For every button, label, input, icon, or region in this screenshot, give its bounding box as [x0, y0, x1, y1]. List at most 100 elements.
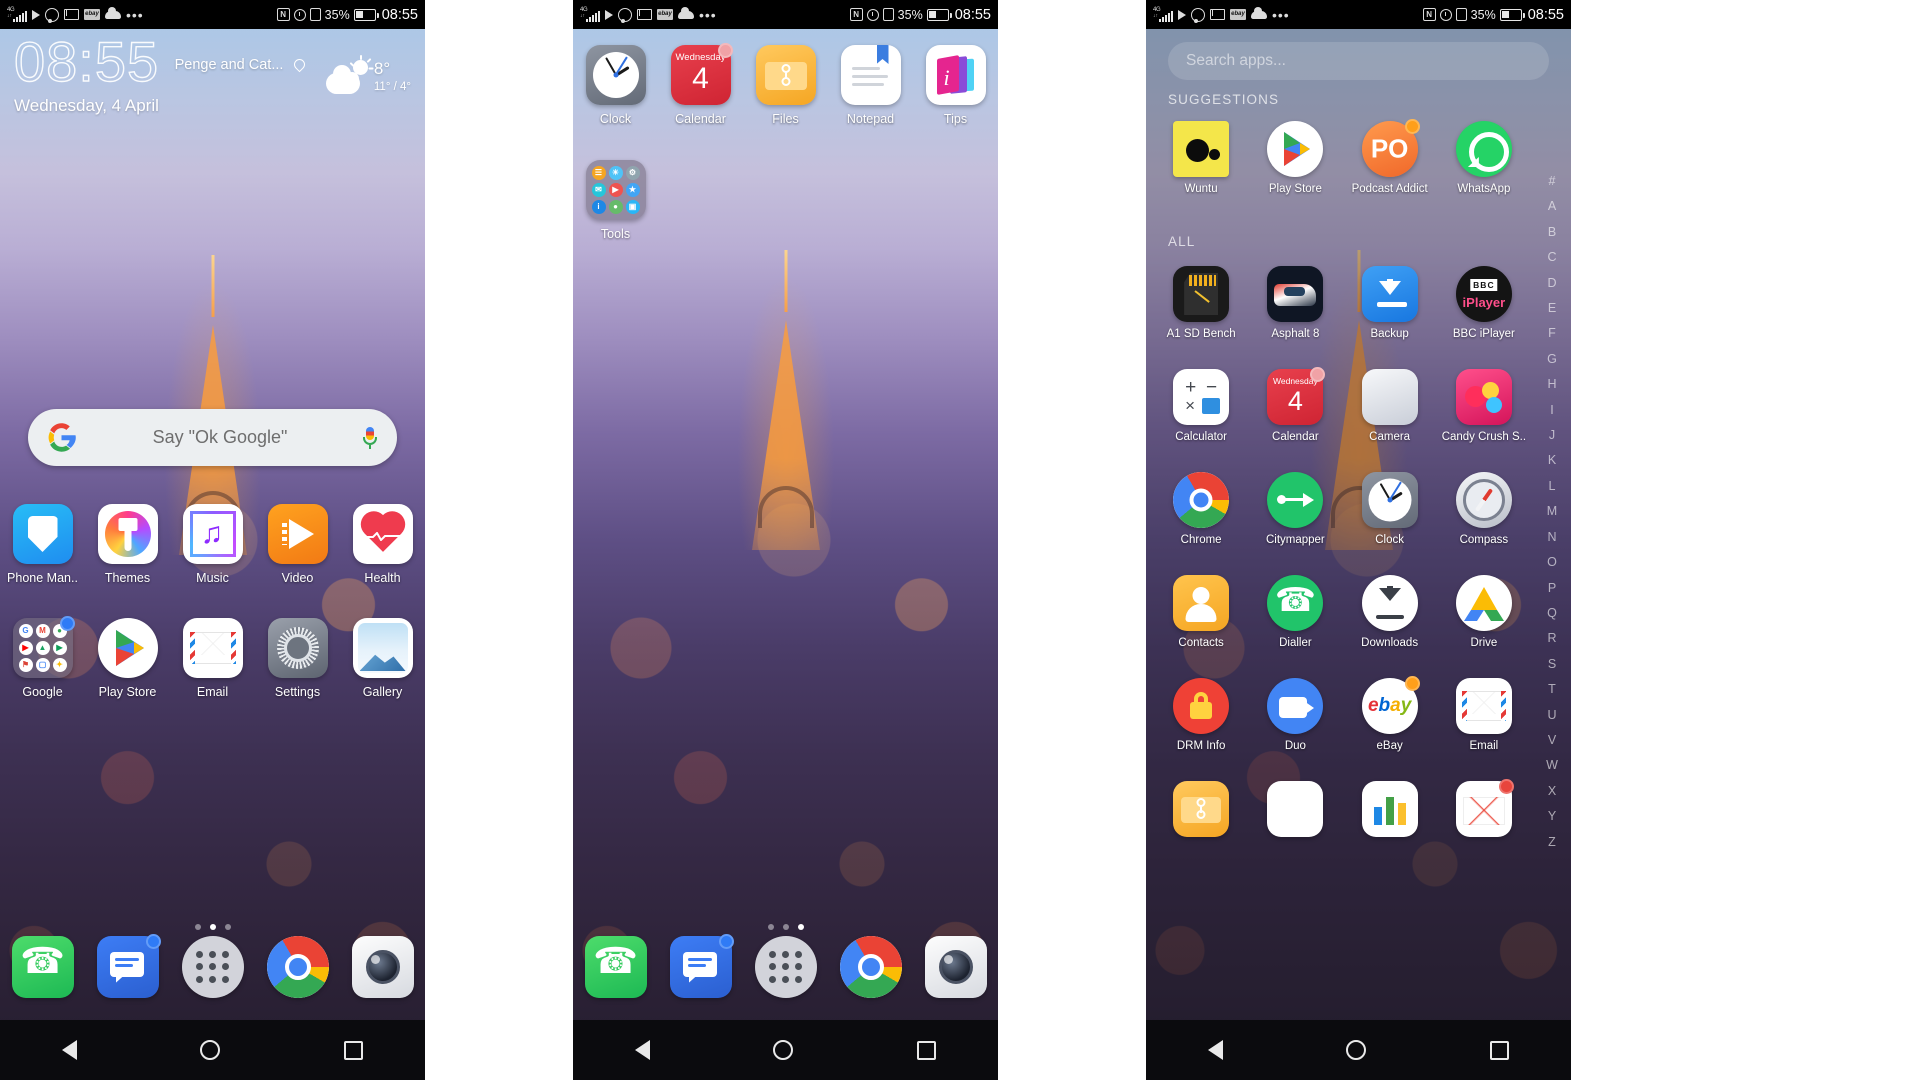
dock-chrome[interactable]	[255, 936, 340, 998]
app-email[interactable]: Email	[170, 618, 255, 699]
app-contacts[interactable]: Contacts	[1154, 575, 1248, 649]
alpha-index-letter[interactable]: A	[1548, 194, 1556, 219]
app-calculator[interactable]: + − × Calculator	[1154, 369, 1248, 443]
google-search-bar[interactable]: Say "Ok Google"	[28, 409, 397, 466]
dock-phone[interactable]	[573, 936, 658, 998]
app-themes[interactable]: Themes	[85, 504, 170, 585]
app-camera[interactable]: Camera	[1343, 369, 1437, 443]
alpha-index-letter[interactable]: E	[1548, 296, 1556, 321]
alpha-index-letter[interactable]: B	[1548, 220, 1556, 245]
alpha-index-letter[interactable]: W	[1546, 753, 1558, 778]
page-dot[interactable]	[767, 924, 774, 930]
app-dialler[interactable]: Dialler	[1248, 575, 1342, 649]
alpha-index-letter[interactable]: F	[1548, 321, 1556, 346]
app-whatsapp[interactable]: WhatsApp	[1437, 121, 1531, 195]
home-circle-icon[interactable]	[773, 1040, 794, 1060]
alpha-index-letter[interactable]: C	[1547, 245, 1556, 270]
back-triangle-icon[interactable]	[634, 1040, 650, 1060]
alpha-index-letter[interactable]: J	[1549, 423, 1555, 448]
page-dot[interactable]	[782, 924, 789, 930]
dock-camera[interactable]	[913, 936, 998, 998]
alpha-index-letter[interactable]: S	[1548, 652, 1556, 677]
app-podcast-addict[interactable]: PO Podcast Addict	[1343, 119, 1437, 195]
app-downloads[interactable]: Downloads	[1343, 575, 1437, 649]
alpha-index-letter[interactable]: H	[1547, 372, 1556, 397]
alpha-index-letter[interactable]: I	[1550, 398, 1553, 423]
app-duo[interactable]: Duo	[1248, 678, 1342, 752]
app-play-store[interactable]: Play Store	[85, 618, 170, 699]
home-circle-icon[interactable]	[1346, 1040, 1367, 1060]
app-files[interactable]	[1154, 781, 1248, 837]
back-triangle-icon[interactable]	[61, 1040, 77, 1060]
alpha-index-letter[interactable]: M	[1547, 499, 1557, 524]
microphone-icon[interactable]	[363, 426, 377, 449]
app-ebay[interactable]: ebay eBay	[1343, 676, 1437, 752]
page-dot-active[interactable]	[797, 924, 804, 930]
app-chart[interactable]	[1343, 781, 1437, 837]
page-dot[interactable]	[194, 924, 201, 930]
alpha-index-letter[interactable]: U	[1547, 703, 1556, 728]
dock-phone[interactable]	[0, 936, 85, 998]
alpha-index-letter[interactable]: O	[1547, 550, 1557, 575]
app-play-store[interactable]: Play Store	[1248, 121, 1342, 195]
recents-square-icon[interactable]	[1490, 1040, 1510, 1060]
app-health[interactable]: Health	[340, 504, 425, 585]
search-apps-input[interactable]: Search apps...	[1168, 42, 1549, 80]
app-a1-sd-bench[interactable]: A1 SD Bench	[1154, 266, 1248, 340]
app-calendar[interactable]: Wednesday 4 Calendar	[658, 43, 743, 126]
app-asphalt-8[interactable]: Asphalt 8	[1248, 266, 1342, 340]
page-dot-active[interactable]	[209, 924, 216, 930]
app-gallery[interactable]	[1248, 781, 1342, 837]
app-drive[interactable]: Drive	[1437, 575, 1531, 649]
app-chrome[interactable]: Chrome	[1154, 472, 1248, 546]
alpha-index-letter[interactable]: P	[1548, 576, 1556, 601]
alpha-index-letter[interactable]: X	[1548, 779, 1556, 804]
app-candy-crush[interactable]: Candy Crush S..	[1437, 369, 1531, 443]
alpha-index-letter[interactable]: R	[1547, 626, 1556, 651]
alpha-index-letter[interactable]: N	[1547, 525, 1556, 550]
app-clock[interactable]: Clock	[573, 45, 658, 126]
app-calendar[interactable]: Wednesday 4 Calendar	[1248, 367, 1342, 443]
dock-messages[interactable]	[85, 934, 170, 998]
app-settings[interactable]: Settings	[255, 618, 340, 699]
alpha-index-letter[interactable]: L	[1549, 474, 1556, 499]
dock-messages[interactable]	[658, 934, 743, 998]
alpha-index-letter[interactable]: K	[1548, 448, 1556, 473]
app-drm-info[interactable]: DRM Info	[1154, 678, 1248, 752]
app-notepad[interactable]: Notepad	[828, 45, 913, 126]
alpha-index-letter[interactable]: Z	[1548, 830, 1556, 855]
app-folder-google[interactable]: G M ● ▶ ▲ ▶ ⚑ ▢ ✦ Google	[0, 616, 85, 699]
alpha-index-letter[interactable]: #	[1549, 169, 1556, 194]
recents-square-icon[interactable]	[344, 1040, 364, 1060]
clock-weather-widget[interactable]: 08:55 Penge and Cat... Wednesday, 4 Apri…	[13, 33, 415, 116]
alpha-index-letter[interactable]: G	[1547, 347, 1557, 372]
app-email[interactable]: Email	[1437, 678, 1531, 752]
alpha-index-letter[interactable]: T	[1548, 677, 1556, 702]
app-citymapper[interactable]: Citymapper	[1248, 472, 1342, 546]
app-gallery[interactable]: Gallery	[340, 618, 425, 699]
home-circle-icon[interactable]	[200, 1040, 221, 1060]
back-triangle-icon[interactable]	[1207, 1040, 1223, 1060]
app-bbc-iplayer[interactable]: BBC iPlayer BBC iPlayer	[1437, 266, 1531, 340]
dock-camera[interactable]	[340, 936, 425, 998]
app-phone-manager[interactable]: Phone Man..	[0, 504, 85, 585]
app-music[interactable]: ♫ Music	[170, 504, 255, 585]
app-clock[interactable]: Clock	[1343, 472, 1437, 546]
app-video[interactable]: Video	[255, 504, 340, 585]
page-dot[interactable]	[224, 924, 231, 930]
app-tips[interactable]: i Tips	[913, 45, 998, 126]
alpha-index-letter[interactable]: Q	[1547, 601, 1557, 626]
alphabet-index[interactable]: # A B C D E F G H I J K L M N O P Q R S T U V W X Y Z	[1539, 169, 1565, 855]
app-folder-tools[interactable]: ☰ ☀ ⚙ ✉ ▶ ★ i ● ▣ Tools	[573, 160, 658, 241]
dock-app-drawer[interactable]	[743, 936, 828, 998]
alpha-index-letter[interactable]: V	[1548, 728, 1556, 753]
recents-square-icon[interactable]	[917, 1040, 937, 1060]
app-wuntu[interactable]: Wuntu	[1154, 121, 1248, 195]
alpha-index-letter[interactable]: Y	[1548, 804, 1556, 829]
dock-app-drawer[interactable]	[170, 936, 255, 998]
alpha-index-letter[interactable]: D	[1547, 271, 1556, 296]
app-files[interactable]: Files	[743, 45, 828, 126]
app-gmail[interactable]	[1437, 779, 1531, 837]
app-compass[interactable]: Compass	[1437, 472, 1531, 546]
dock-chrome[interactable]	[828, 936, 913, 998]
